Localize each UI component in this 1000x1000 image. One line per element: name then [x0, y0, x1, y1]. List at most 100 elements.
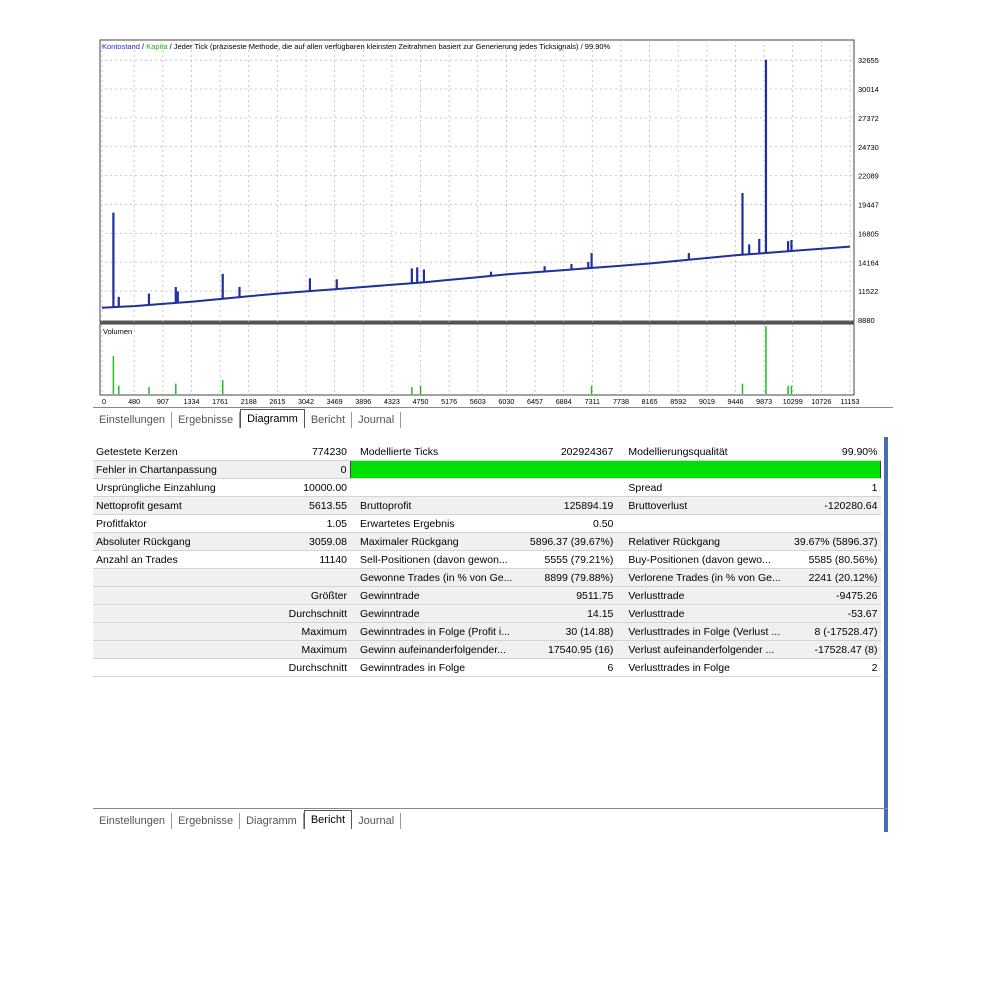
table-row: Ursprüngliche Einzahlung 10000.00 Spread 1 — [93, 478, 881, 497]
header-description: / Jeder Tick (präziseste Methode, die au… — [168, 42, 611, 51]
tab-bericht[interactable]: Bericht — [303, 810, 353, 829]
cell-value: Größter — [264, 586, 350, 605]
volume-plot-frame — [99, 323, 855, 396]
cell-value: Durchschnitt — [264, 658, 350, 677]
report-table: Getestete Kerzen 774230 Modellierte Ticks 2… — [93, 443, 881, 677]
x-tick-label: 2188 — [241, 397, 257, 406]
cell-label — [93, 622, 265, 641]
y-tick-label: 8880 — [858, 316, 875, 325]
tab-einstellungen[interactable]: Einstellungen — [93, 813, 173, 829]
cell-label — [93, 658, 265, 677]
cell-value: Maximum — [264, 640, 350, 659]
x-tick-label: 1761 — [212, 397, 228, 406]
cell-label: Modellierungsqualität — [616, 443, 791, 461]
modeling-quality-bar — [349, 460, 881, 479]
tab-journal[interactable]: Journal — [352, 813, 402, 829]
cell-label — [93, 640, 265, 659]
chart-tab-bar: Einstellungen Ergebnisse Diagramm Bericht Jo… — [93, 407, 893, 428]
y-tick-label: 32655 — [858, 56, 879, 65]
tab-ergebnisse[interactable]: Ergebnisse — [172, 813, 241, 829]
cell-value: 2 — [790, 658, 881, 677]
x-tick-label: 907 — [157, 397, 169, 406]
x-tick-label: 1334 — [183, 397, 199, 406]
cell-label: Gewinntrade — [350, 586, 523, 605]
table-row: Profitfaktor 1.05 Erwartetes Ergebnis 0.50 — [93, 514, 881, 533]
cell-label: Anzahl an Trades — [93, 550, 265, 569]
cell-value: Durchschnitt — [264, 604, 350, 623]
cell-label — [93, 586, 265, 605]
x-tick-label: 6457 — [527, 397, 543, 406]
cell-label — [93, 604, 265, 623]
report-tab-bar: Einstellungen Ergebnisse Diagramm Bericht Jo… — [93, 808, 888, 829]
cell-value: 0.50 — [522, 514, 617, 533]
x-tick-label: 3042 — [298, 397, 314, 406]
y-tick-label: 22089 — [858, 172, 879, 181]
x-tick-label: 9446 — [728, 397, 744, 406]
tab-journal[interactable]: Journal — [352, 412, 402, 428]
cell-label: Getestete Kerzen — [93, 443, 265, 461]
x-tick-label: 4323 — [384, 397, 400, 406]
cell-value: -53.67 — [790, 604, 881, 623]
table-row: Durchschnitt Gewinntrade 14.15 Verlusttrade… — [93, 604, 881, 623]
cell-value: 17540.95 (16) — [522, 640, 617, 659]
tab-einstellungen[interactable]: Einstellungen — [93, 412, 173, 428]
y-tick-label: 27372 — [858, 114, 879, 123]
cell-label: Modellierte Ticks — [350, 443, 523, 461]
cell-label: Spread — [616, 478, 791, 497]
y-tick-label: 11522 — [858, 287, 878, 296]
volume-label: Volumen — [103, 327, 132, 336]
x-tick-label: 10299 — [783, 397, 803, 406]
cell-value: 14.15 — [522, 604, 617, 623]
balance-chart: 32655 30014 27372 24730 22089 19447 16805 14164… — [99, 39, 879, 406]
x-tick-label: 5176 — [441, 397, 457, 406]
cell-label: Gewinntrades in Folge (Profit i... — [350, 622, 523, 641]
cell-label: Gewinntrades in Folge — [350, 658, 523, 677]
cell-label: Verlust aufeinanderfolgender ... — [616, 640, 791, 659]
x-tick-label: 480 — [128, 397, 140, 406]
y-tick-label: 19447 — [858, 201, 879, 210]
x-tick-label: 2615 — [269, 397, 285, 406]
cell-value: 1 — [790, 478, 881, 497]
cell-value: 30 (14.88) — [522, 622, 617, 641]
cell-label: Gewinntrade — [350, 604, 523, 623]
x-tick-label: 9873 — [756, 397, 772, 406]
tab-ergebnisse[interactable]: Ergebnisse — [172, 412, 241, 428]
cell-value — [264, 568, 350, 587]
cell-label — [350, 478, 523, 497]
cell-label: Maximaler Rückgang — [350, 532, 523, 551]
y-tick-label: 30014 — [858, 85, 879, 94]
cell-label: Buy-Positionen (davon gewo... — [616, 550, 791, 569]
price-plot-frame — [99, 39, 855, 323]
cell-value: 11140 — [264, 550, 350, 569]
tab-bericht[interactable]: Bericht — [305, 412, 353, 428]
cell-value: 5555 (79.21%) — [522, 550, 617, 569]
cell-value: -17528.47 (8) — [790, 640, 881, 659]
cell-label: Bruttoverlust — [616, 496, 791, 515]
report-scrollbar-edge — [884, 437, 888, 832]
x-tick-label: 9019 — [699, 397, 715, 406]
cell-value — [522, 478, 617, 497]
x-tick-label: 5603 — [470, 397, 486, 406]
cell-label: Bruttoprofit — [350, 496, 523, 515]
cell-label: Verlusttrades in Folge — [616, 658, 791, 677]
cell-value: 99.90% — [790, 443, 881, 461]
tab-diagramm[interactable]: Diagramm — [240, 409, 305, 428]
y-tick-label: 24730 — [858, 143, 879, 152]
cell-value: 3059.08 — [264, 532, 350, 551]
report-panel: Getestete Kerzen 774230 Modellierte Ticks 2… — [93, 437, 888, 832]
cell-label: Gewinn aufeinanderfolgender... — [350, 640, 523, 659]
cell-value: 8 (-17528.47) — [790, 622, 881, 641]
tab-diagramm[interactable]: Diagramm — [240, 813, 304, 829]
table-row: Durchschnitt Gewinntrades in Folge 6 Verlus… — [93, 658, 881, 677]
y-tick-label: 16805 — [858, 229, 879, 238]
table-row: Maximum Gewinntrades in Folge (Profit i..… — [93, 622, 881, 641]
cell-label: Ursprüngliche Einzahlung — [93, 478, 265, 497]
cell-value: 1.05 — [264, 514, 350, 533]
x-tick-label: 0 — [102, 397, 106, 406]
cell-label — [93, 568, 265, 587]
cell-value: 8899 (79.88%) — [522, 568, 617, 587]
table-row: Anzahl an Trades 11140 Sell-Positionen (da… — [93, 550, 881, 569]
x-tick-label: 3896 — [355, 397, 371, 406]
table-row: Maximum Gewinn aufeinanderfolgender... 175… — [93, 640, 881, 659]
cell-value: 39.67% (5896.37) — [790, 532, 881, 551]
